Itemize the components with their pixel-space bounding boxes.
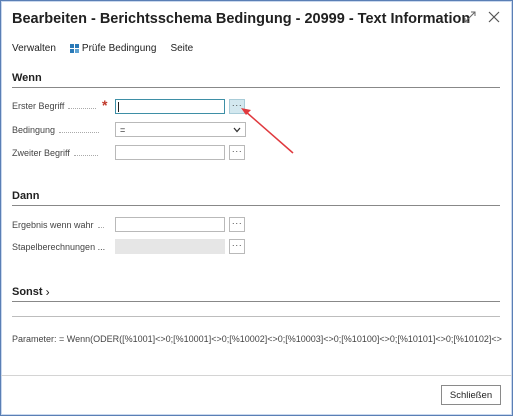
section-sonst-heading[interactable]: Sonst › — [12, 285, 50, 299]
label-text: Erster Begriff — [12, 101, 65, 111]
action-seite[interactable]: Seite — [170, 43, 193, 54]
section-wenn-heading[interactable]: Wenn — [12, 72, 42, 84]
title-icons — [464, 10, 500, 28]
field-label-bedingung: Bedingung — [12, 125, 100, 135]
action-pruefe-bedingung[interactable]: Prüfe Bedingung — [69, 43, 157, 54]
field-label-stapel: Stapelberechnungen ... — [12, 242, 105, 252]
ergebnis-input[interactable] — [115, 217, 225, 232]
ergebnis-lookup-button[interactable]: ··· — [229, 217, 245, 232]
field-label-ergebnis: Ergebnis wenn wahr — [12, 220, 104, 230]
dialog-window: Bearbeiten - Berichtsschema Bedingung - … — [0, 0, 513, 416]
label-dots — [73, 154, 98, 156]
section-dann-heading[interactable]: Dann — [12, 190, 40, 202]
parameter-text: Parameter: = Wenn(ODER([%1001]<>0;[%1000… — [12, 334, 502, 344]
label-dots — [97, 226, 104, 228]
section-divider — [12, 301, 500, 302]
action-label: Seite — [170, 43, 194, 54]
label-text: Ergebnis wenn wahr — [12, 220, 94, 230]
action-bar: Verwalten Prüfe Bedingung Seite — [12, 43, 207, 54]
section-divider — [12, 316, 500, 317]
chevron-right-icon: › — [45, 285, 50, 299]
text-cursor — [118, 102, 119, 112]
label-dots — [68, 107, 97, 109]
expand-icon[interactable] — [464, 10, 476, 28]
dialog-title: Bearbeiten - Berichtsschema Bedingung - … — [12, 11, 471, 27]
sonst-label: Sonst — [12, 286, 43, 298]
label-text: Bedingung — [12, 125, 56, 135]
annotation-arrow-icon — [241, 108, 294, 154]
label-dots — [59, 131, 100, 133]
section-divider — [12, 205, 500, 206]
bedingung-select[interactable]: = — [115, 122, 246, 137]
bedingung-value: = — [120, 124, 126, 135]
label-text: Stapelberechnungen ... — [12, 242, 106, 252]
stapel-lookup-button[interactable]: ··· — [229, 239, 245, 254]
zweiter-begriff-input[interactable] — [115, 145, 225, 160]
check-condition-icon — [69, 44, 79, 53]
close-icon[interactable] — [488, 10, 500, 28]
action-label: Prüfe Bedingung — [81, 43, 157, 54]
footer-divider — [1, 375, 512, 376]
field-label-erster-begriff: Erster Begriff — [12, 101, 97, 111]
erster-begriff-input[interactable] — [115, 99, 225, 114]
field-label-zweiter-begriff: Zweiter Begriff — [12, 148, 98, 158]
close-button[interactable]: Schließen — [441, 385, 501, 405]
section-divider — [12, 87, 500, 88]
label-text: Zweiter Begriff — [12, 148, 70, 158]
action-label: Verwalten — [12, 43, 56, 54]
required-indicator: * — [102, 97, 108, 113]
stapel-input — [115, 239, 225, 254]
action-verwalten[interactable]: Verwalten — [12, 43, 56, 54]
